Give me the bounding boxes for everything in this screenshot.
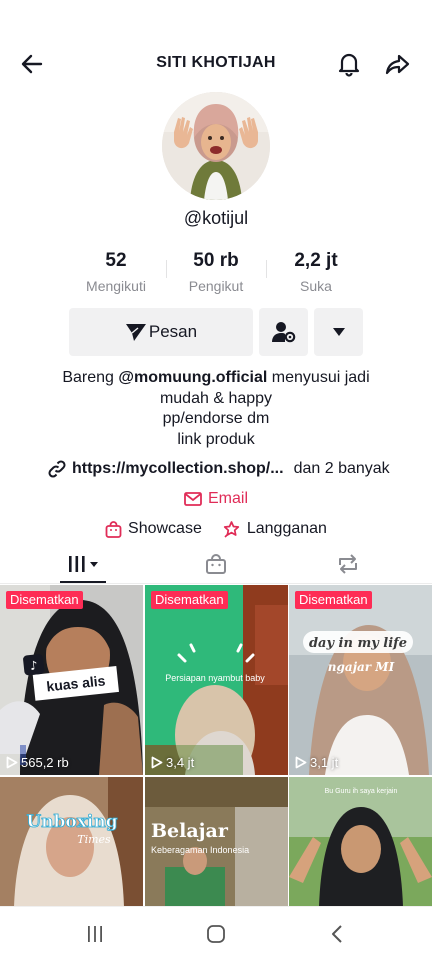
- shopping-bag-icon: [206, 554, 226, 574]
- send-icon: [125, 324, 146, 341]
- video-thumbnail[interactable]: day in my life ngajar MI Disematkan 3,1 …: [289, 585, 432, 775]
- avatar-photo: [162, 92, 270, 200]
- email-button[interactable]: Email: [0, 488, 432, 510]
- message-label: Pesan: [148, 322, 198, 341]
- recent-apps-button[interactable]: [80, 921, 110, 947]
- video-thumbnail-image: Bu Guru ih saya kerjain: [289, 777, 432, 907]
- home-icon: [207, 925, 225, 943]
- active-tab-indicator: [60, 581, 106, 583]
- repost-icon: [339, 554, 357, 574]
- recent-apps-icon: [88, 926, 102, 942]
- bio-text: Bareng: [62, 369, 119, 386]
- message-button[interactable]: Pesan: [69, 308, 253, 356]
- bio-mention-link[interactable]: @momuung.official: [118, 369, 267, 386]
- bell-icon: [338, 53, 360, 77]
- pinned-badge: Disematkan: [6, 591, 83, 609]
- video-thumbnail[interactable]: Bu Guru ih saya kerjain: [289, 777, 432, 907]
- followers-stat[interactable]: 50 rb Pengikut: [166, 250, 266, 300]
- likes-stat[interactable]: 2,2 jt Suka: [266, 250, 366, 300]
- video-thumbnail-image: Belajar Keberagaman Indonesia: [145, 777, 288, 907]
- video-thumbnail-image: Unboxing Times: [0, 777, 143, 907]
- more-options-button[interactable]: [314, 308, 363, 356]
- bio-line-3: pp/endorse dm: [162, 410, 270, 427]
- video-overlay-text: Belajar: [151, 820, 229, 842]
- content-tabs: [0, 544, 432, 584]
- video-overlay-text: Bu Guru ih saya kerjain: [325, 788, 398, 795]
- video-overlay-text: Keberagaman Indonesia: [151, 845, 249, 855]
- system-navigation-bar: [0, 906, 432, 960]
- profile-stats: 52 Mengikuti 50 rb Pengikut 2,2 jt Suka: [66, 250, 366, 300]
- username: @kotijul: [183, 208, 249, 228]
- pinned-badge: Disematkan: [295, 591, 372, 609]
- bio-link[interactable]: https://mycollection.shop/...: [72, 460, 284, 478]
- subscription-label: Langganan: [246, 520, 327, 537]
- play-icon: [151, 756, 163, 769]
- bio-line-2: mudah & happy: [159, 389, 273, 407]
- profile-bio: Bareng @momuung.official menyusui jadi m…: [0, 368, 432, 450]
- notification-button[interactable]: [331, 46, 367, 82]
- video-overlay-text: Unboxing: [26, 812, 117, 832]
- mail-icon: [184, 492, 202, 506]
- video-thumbnail-image: kuas alis ♪: [0, 585, 143, 775]
- video-thumbnail-image: Persiapan nyambut baby: [145, 585, 288, 775]
- home-button[interactable]: [201, 921, 231, 947]
- friend-settings-button[interactable]: [259, 308, 308, 356]
- subscription-icon: [223, 520, 240, 538]
- play-icon: [295, 756, 307, 769]
- video-overlay-text: Persiapan nyambut baby: [165, 673, 265, 683]
- video-thumbnail[interactable]: Persiapan nyambut baby Disematkan 3,4 jt: [145, 585, 288, 775]
- user-gear-icon: [271, 322, 295, 343]
- link-icon: [48, 460, 66, 478]
- bio-text: menyusui jadi: [267, 369, 370, 386]
- view-count: 3,4 jt: [151, 755, 194, 770]
- bio-link-row: https://mycollection.shop/... dan 2 bany…: [48, 458, 398, 480]
- share-button[interactable]: [380, 46, 416, 82]
- video-overlay-text: ngajar MI: [328, 660, 395, 674]
- showcase-button[interactable]: Showcase: [105, 520, 202, 538]
- profile-header: SITI KHOTIJAH: [0, 40, 432, 88]
- likes-count: 2,2 jt: [294, 250, 338, 271]
- play-icon: [6, 756, 18, 769]
- profile-name-title: SITI KHOTIJAH: [156, 54, 276, 71]
- svg-text:♪: ♪: [29, 658, 38, 673]
- video-thumbnail-image: day in my life ngajar MI: [289, 585, 432, 775]
- video-thumbnail[interactable]: Belajar Keberagaman Indonesia: [145, 777, 288, 907]
- following-count: 52: [105, 250, 127, 271]
- chevron-left-icon: [332, 925, 342, 943]
- tab-videos[interactable]: [12, 544, 156, 584]
- followers-label: Pengikut: [188, 278, 244, 294]
- bio-line-4: link produk: [177, 430, 255, 448]
- view-count: 3,1 jt: [295, 755, 338, 770]
- view-count: 565,2 rb: [6, 755, 69, 770]
- bio-line-1: Bareng @momuung.official menyusui jadi: [0, 368, 432, 389]
- video-overlay-text: Times: [77, 833, 111, 846]
- share-icon: [385, 54, 410, 75]
- video-thumbnail[interactable]: Unboxing Times: [0, 777, 143, 907]
- more-links-text[interactable]: dan 2 banyak: [294, 460, 390, 478]
- likes-label: Suka: [300, 278, 332, 294]
- system-back-button[interactable]: [322, 921, 352, 947]
- tab-reposts[interactable]: [276, 544, 420, 584]
- video-grid-icon: [69, 556, 98, 572]
- following-label: Mengikuti: [86, 278, 146, 294]
- view-count-text: 3,1 jt: [310, 755, 339, 770]
- shop-row: Showcase Langganan: [0, 518, 432, 540]
- view-count-text: 3,4 jt: [166, 755, 195, 770]
- pinned-badge: Disematkan: [151, 591, 228, 609]
- shopping-bag-icon: [105, 520, 122, 538]
- email-label: Email: [207, 490, 248, 507]
- video-thumbnail[interactable]: kuas alis ♪ Disematkan 565,2 rb: [0, 585, 143, 775]
- chevron-down-icon: [332, 328, 345, 336]
- video-overlay-text: day in my life: [309, 636, 407, 651]
- profile-avatar[interactable]: [162, 92, 270, 200]
- tab-shop[interactable]: [144, 544, 288, 584]
- following-stat[interactable]: 52 Mengikuti: [66, 250, 166, 300]
- followers-count: 50 rb: [193, 250, 239, 271]
- view-count-text: 565,2 rb: [21, 755, 69, 770]
- subscription-button[interactable]: Langganan: [222, 520, 327, 539]
- showcase-label: Showcase: [128, 520, 202, 537]
